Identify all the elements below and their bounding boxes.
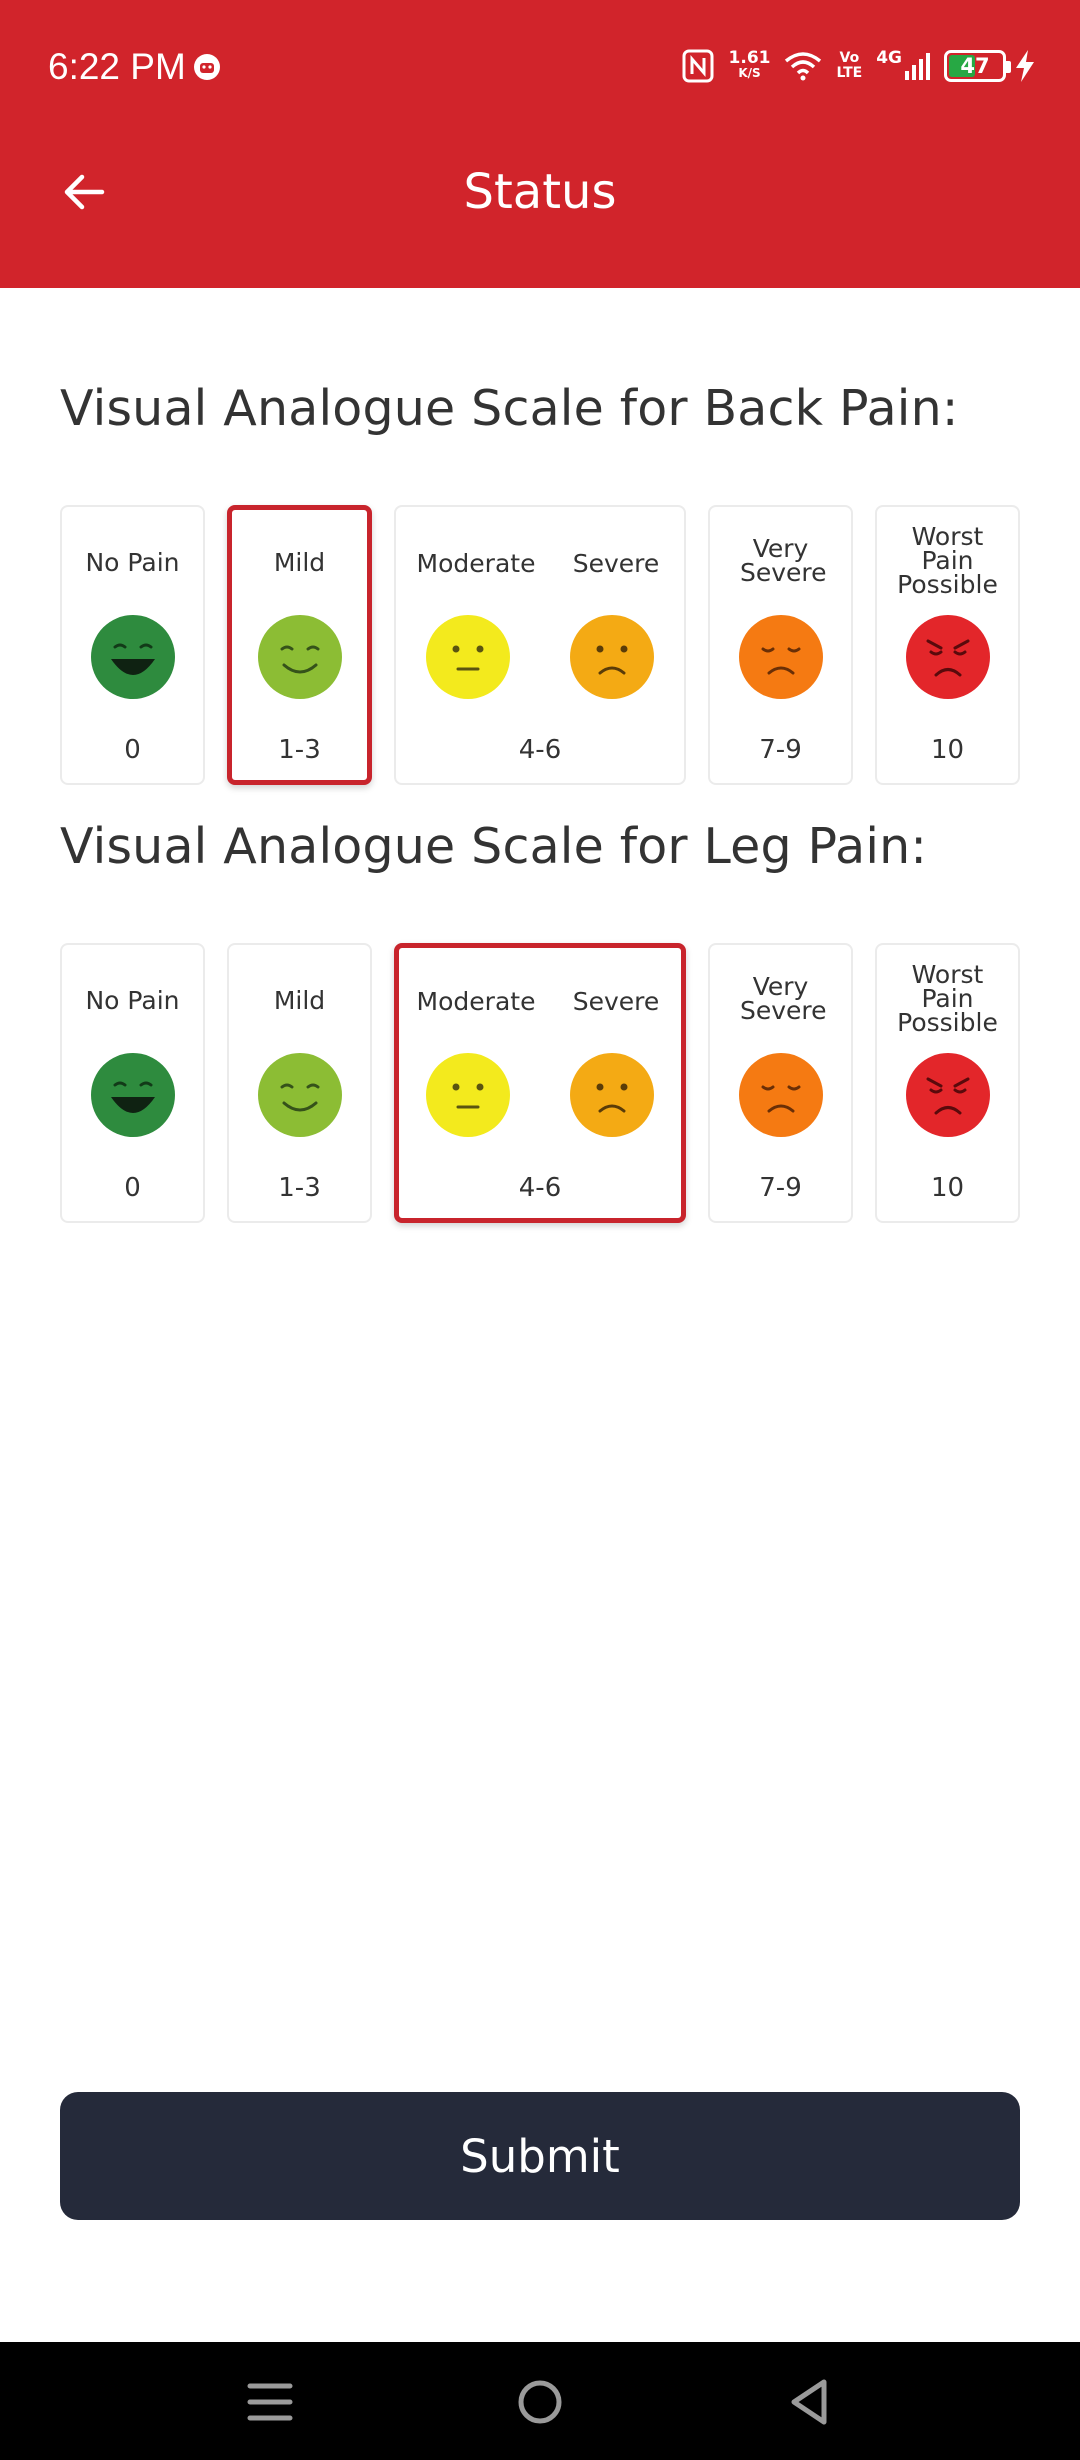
back-pain-option-mild[interactable]: Mild 1-3 xyxy=(227,505,372,785)
option-label: No Pain xyxy=(85,986,180,1015)
back-pain-scale: No Pain 0 Mild 1-3 Moderate Severe 4-6 V… xyxy=(60,505,1020,785)
charging-bolt-icon xyxy=(1016,50,1034,82)
angry-face-icon xyxy=(906,615,990,699)
option-range: 10 xyxy=(930,735,965,765)
sad-face-icon xyxy=(739,1053,823,1137)
frowning-face-icon xyxy=(570,1053,654,1137)
battery-tip xyxy=(1006,61,1011,73)
cell-signal: 4G xyxy=(876,48,930,81)
network-speed-unit: K/S xyxy=(738,66,761,80)
leg-pain-title: Visual Analogue Scale for Leg Pain: xyxy=(60,818,928,875)
option-label: Worst Pain Possible xyxy=(897,960,998,1037)
option-label: Very Severe xyxy=(740,972,827,1025)
neutral-face-icon xyxy=(426,615,510,699)
leg-pain-option-no-pain[interactable]: No Pain 0 xyxy=(60,943,205,1223)
status-icons: 1.61 K/S Vo LTE 4G 47 xyxy=(681,44,1036,88)
back-pain-option-no-pain[interactable]: No Pain 0 xyxy=(60,505,205,785)
menu-icon[interactable] xyxy=(240,2372,300,2432)
grinning-face-icon xyxy=(91,1053,175,1137)
grinning-face-icon xyxy=(91,615,175,699)
option-range: 4-6 xyxy=(518,1173,562,1203)
page-title: Status xyxy=(463,164,617,220)
angry-face-icon xyxy=(906,1053,990,1137)
option-label-severe: Severe xyxy=(572,987,660,1016)
leg-pain-scale: No Pain 0 Mild 1-3 Moderate Severe 4-6 V… xyxy=(60,943,1020,1223)
option-range: 7-9 xyxy=(759,1173,802,1203)
back-triangle-icon[interactable] xyxy=(780,2372,840,2432)
signal-bars-icon xyxy=(905,53,930,80)
battery-indicator: 47 xyxy=(944,50,1011,82)
leg-pain-option-mild[interactable]: Mild 1-3 xyxy=(227,943,372,1223)
option-range: 10 xyxy=(930,1173,965,1203)
back-pain-option-worst[interactable]: Worst Pain Possible 10 xyxy=(875,505,1020,785)
sad-face-icon xyxy=(739,615,823,699)
status-bar: 6:22 PM 1.61 K/S Vo LTE 4G 47 xyxy=(0,0,1080,134)
network-speed: 1.61 K/S xyxy=(728,48,771,81)
network-speed-value: 1.61 xyxy=(728,48,771,68)
back-pain-option-very-severe[interactable]: Very Severe 7-9 xyxy=(708,505,853,785)
leg-pain-option-very-severe[interactable]: Very Severe 7-9 xyxy=(708,943,853,1223)
volte-top: Vo xyxy=(839,50,860,66)
smiling-face-icon xyxy=(258,1053,342,1137)
option-range: 4-6 xyxy=(518,735,562,765)
status-time: 6:22 PM xyxy=(48,46,186,87)
volte-bottom: LTE xyxy=(836,65,863,81)
option-range: 7-9 xyxy=(759,735,802,765)
option-label: Mild xyxy=(273,548,326,577)
network-type: 4G xyxy=(876,48,902,68)
option-label: Worst Pain Possible xyxy=(897,522,998,599)
option-label-severe: Severe xyxy=(572,549,660,578)
volte-indicator: Vo LTE xyxy=(836,51,862,81)
back-pain-option-moderate-severe[interactable]: Moderate Severe 4-6 xyxy=(394,505,686,785)
nfc-icon xyxy=(682,49,714,83)
leg-pain-option-worst[interactable]: Worst Pain Possible 10 xyxy=(875,943,1020,1223)
option-range: 0 xyxy=(124,735,141,765)
option-label-moderate: Moderate xyxy=(416,987,536,1016)
option-label: No Pain xyxy=(85,548,180,577)
system-nav-bar xyxy=(0,2342,1080,2460)
neutral-face-icon xyxy=(426,1053,510,1137)
frowning-face-icon xyxy=(570,615,654,699)
option-label: Mild xyxy=(273,986,326,1015)
option-range: 1-3 xyxy=(278,735,321,765)
submit-button[interactable]: Submit xyxy=(60,2092,1020,2220)
option-range: 0 xyxy=(124,1173,141,1203)
notification-icon xyxy=(194,54,220,80)
leg-pain-option-moderate-severe[interactable]: Moderate Severe 4-6 xyxy=(394,943,686,1223)
smiling-face-icon xyxy=(258,615,342,699)
wifi-icon xyxy=(785,52,822,81)
option-label: Very Severe xyxy=(740,534,827,587)
home-circle-icon[interactable] xyxy=(510,2372,570,2432)
option-label-moderate: Moderate xyxy=(416,549,536,578)
app-header: 6:22 PM 1.61 K/S Vo LTE 4G 47 Status xyxy=(0,0,1080,288)
option-range: 1-3 xyxy=(278,1173,321,1203)
back-pain-title: Visual Analogue Scale for Back Pain: xyxy=(60,380,959,437)
battery-level: 47 xyxy=(960,54,990,78)
